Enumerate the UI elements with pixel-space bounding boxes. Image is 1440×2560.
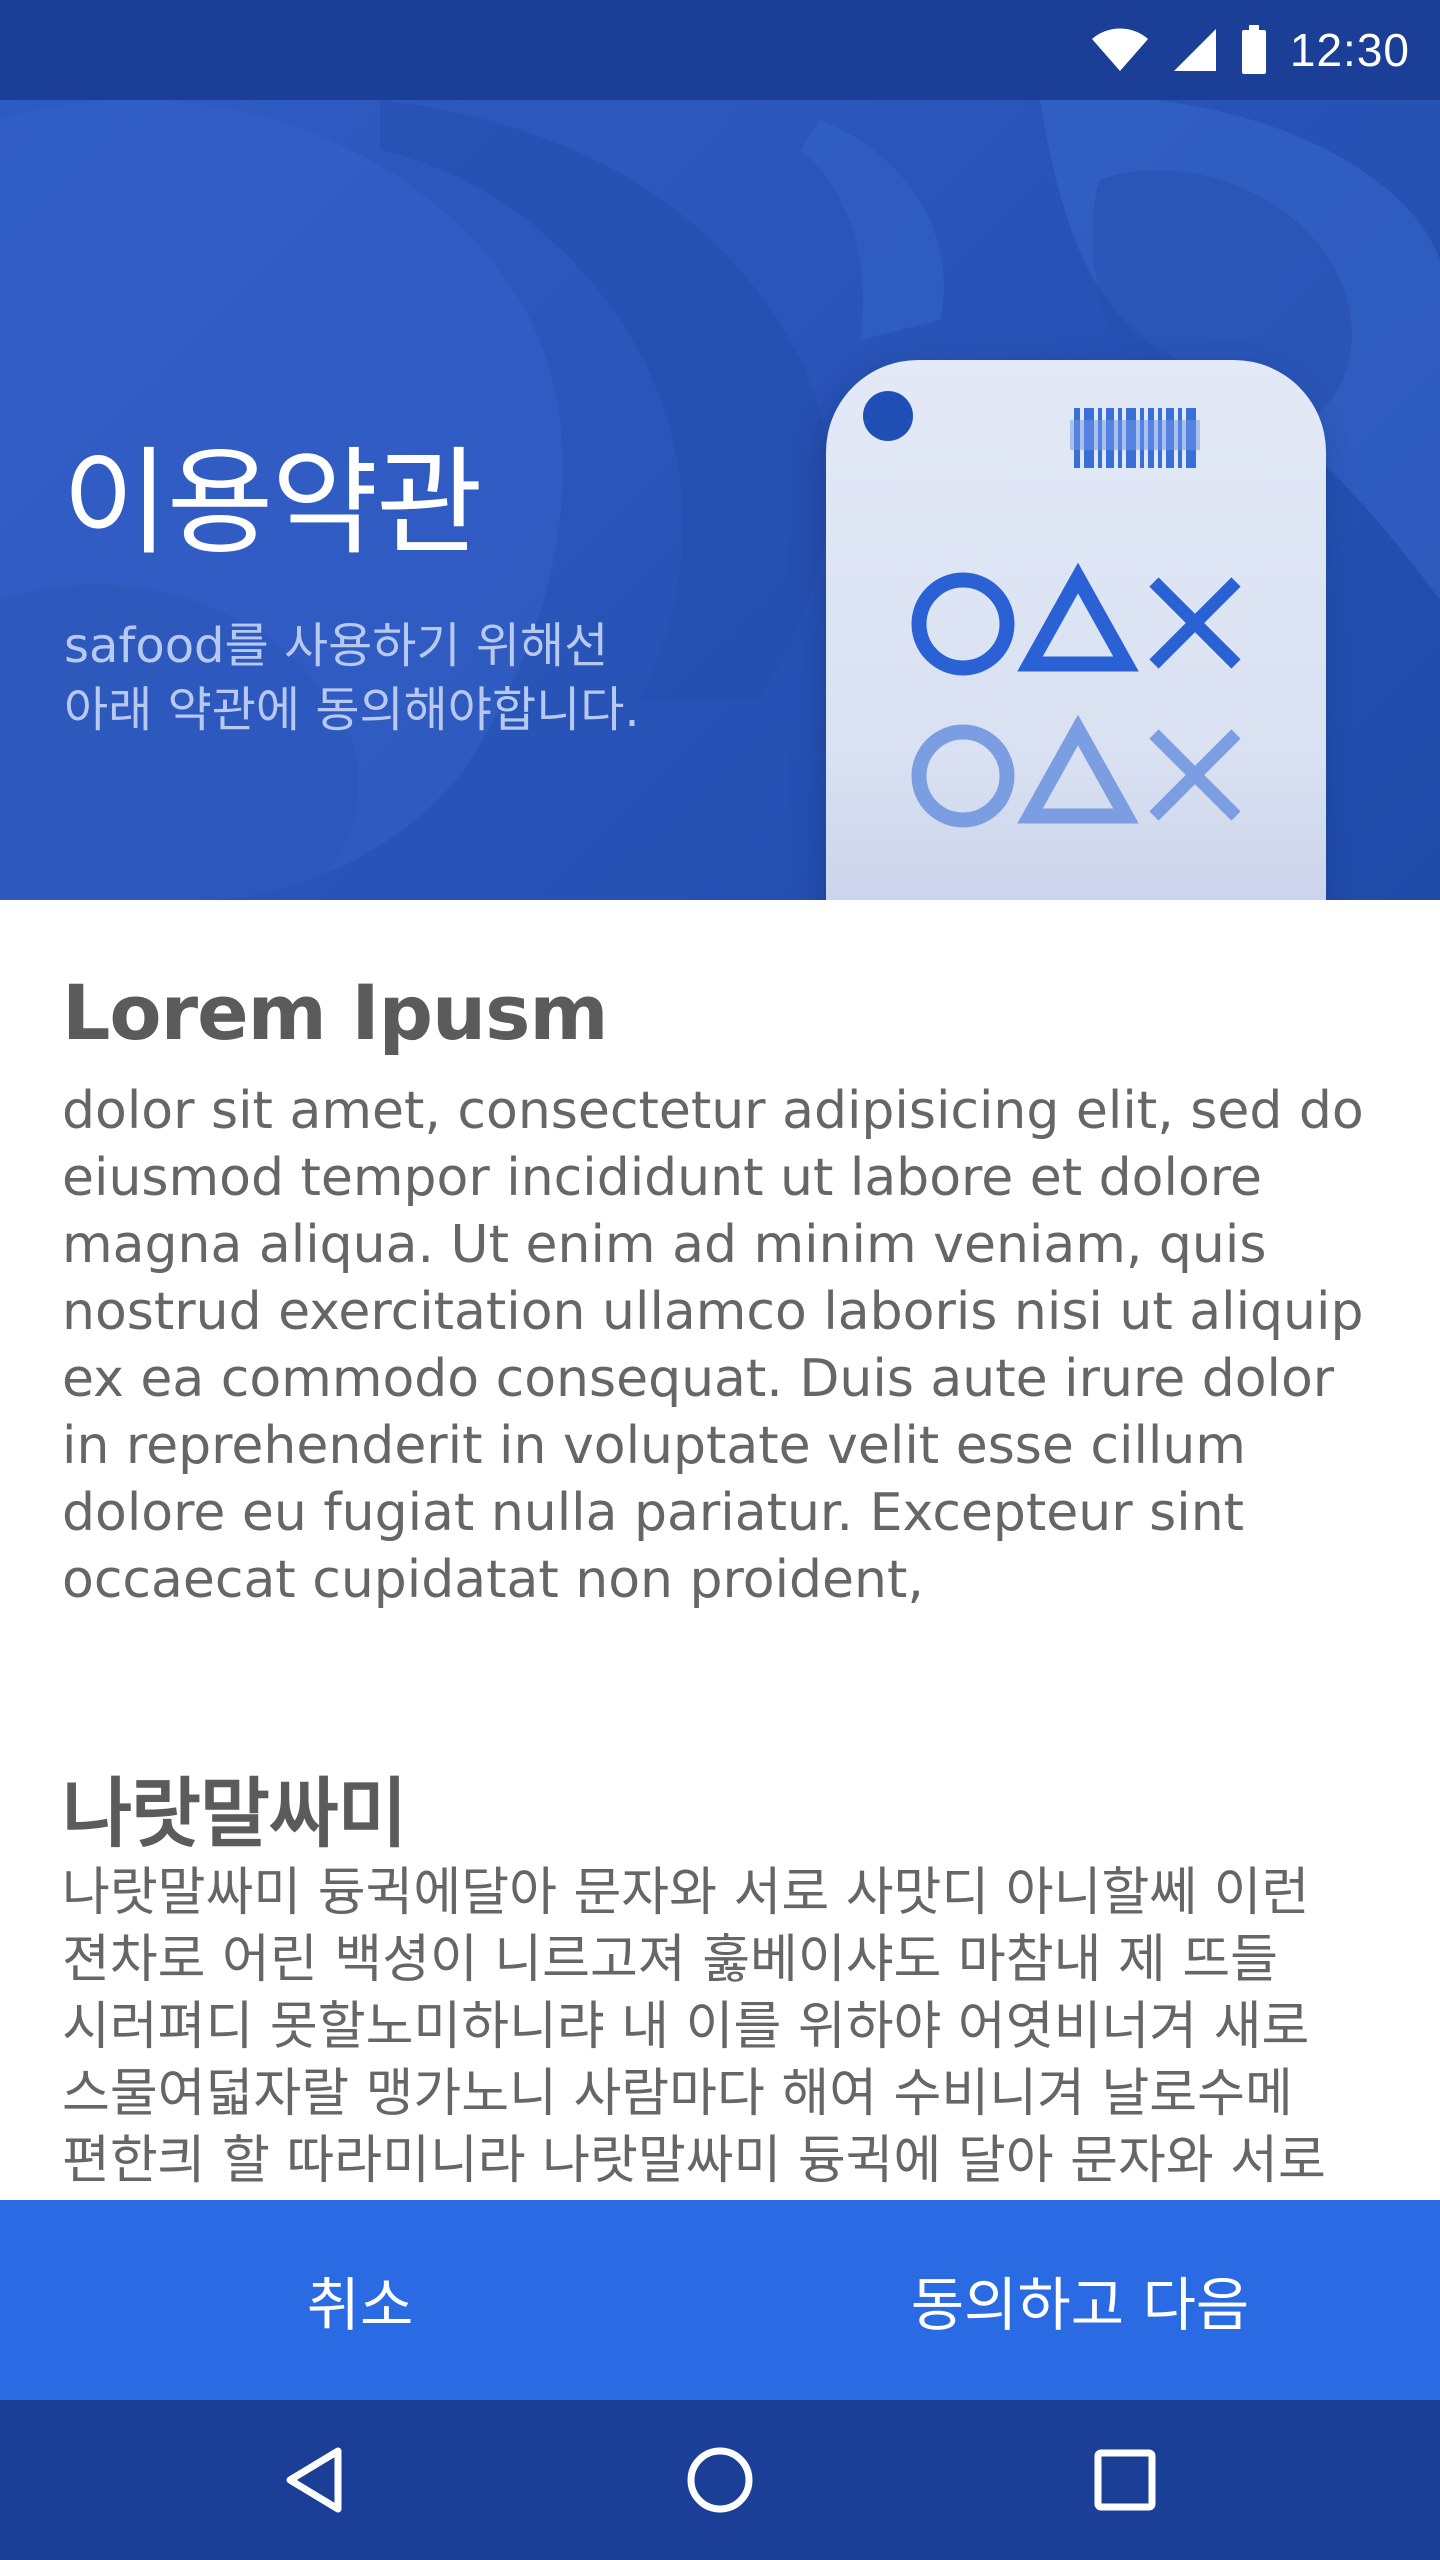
triangle-symbol-icon [1017, 562, 1139, 824]
body-line: dolor sit amet, consectetur adipisicing … [62, 1081, 1364, 1141]
subtitle-line: safood를 사용하기 위해선 [64, 618, 609, 674]
body-line: nostrud exercitation ullamco laboris nis… [62, 1282, 1364, 1342]
back-button[interactable] [255, 2420, 375, 2540]
subtitle-line: 아래 약관에 동의해야합니다. [64, 682, 640, 738]
barcode-icon [1070, 408, 1200, 468]
circle-symbol-icon [911, 572, 1015, 828]
terms-content[interactable]: Lorem Ipusm dolor sit amet, consectetur … [0, 900, 1440, 2200]
status-bar: 12:30 [0, 0, 1440, 100]
body-line: 스물여덟자랄 맹가노니 사람마다 해여 수비니겨 날로수메 [62, 2064, 1293, 2124]
recents-icon [1094, 2449, 1156, 2511]
body-line: eiusmod tempor incididunt ut labore et d… [62, 1148, 1262, 1208]
section-body: dolor sit amet, consectetur adipisicing … [62, 1078, 1402, 1614]
cancel-button[interactable]: 취소 [0, 2200, 720, 2400]
wifi-icon [1091, 28, 1148, 71]
section-heading: Lorem Ipusm [62, 968, 609, 1057]
body-line: 나랏말싸미 듕귁에달아 문자와 서로 사맛디 아니할쎄 이런 [62, 1863, 1310, 1923]
section-heading: 나랏말싸미 [62, 1769, 408, 1858]
tag-illustration [826, 360, 1326, 900]
body-line: occaecat cupidatat non proident, [62, 1550, 924, 1610]
body-line: 시러펴디 못할노미하니랴 내 이를 위하야 어엿비너겨 새로 [62, 1997, 1310, 2057]
body-line: 젼차로 어린 백셩이 니르고져 훓베이샤도 마참내 제 뜨들 [62, 1930, 1279, 1990]
body-line: dolore eu fugiat nulla pariatur. Excepte… [62, 1483, 1245, 1543]
body-line: ex ea commodo consequat. Duis aute irure… [62, 1349, 1335, 1409]
cross-symbol-icon [1149, 577, 1241, 821]
recents-button[interactable] [1065, 2420, 1185, 2540]
back-icon [286, 2447, 342, 2513]
hero-banner: 이용약관 safood를 사용하기 위해선 아래 약관에 동의해야합니다. [0, 0, 1440, 900]
tag-symbols [863, 391, 1241, 828]
home-icon [687, 2447, 753, 2513]
action-bar: 취소 동의하고 다음 [0, 2200, 1440, 2400]
status-time: 12:30 [1289, 24, 1410, 76]
agree-next-button[interactable]: 동의하고 다음 [720, 2200, 1440, 2400]
navigation-bar [0, 2400, 1440, 2560]
battery-icon [1241, 25, 1266, 74]
page-title: 이용약관 [62, 436, 483, 571]
body-line: 편한킈 할 따라미니라 나랏말싸미 듕귁에 달아 문자와 서로 [62, 2131, 1326, 2191]
terms-screen: 이용약관 safood를 사용하기 위해선 아래 약관에 동의해야합니다. 12… [0, 0, 1440, 2560]
page-subtitle: safood를 사용하기 위해선 아래 약관에 동의해야합니다. [64, 614, 764, 742]
section-body: 나랏말싸미 듕귁에달아 문자와 서로 사맛디 아니할쎄 이런 젼차로 어린 백셩… [62, 1860, 1402, 2195]
body-line: in reprehenderit in voluptate velit esse… [62, 1416, 1246, 1476]
body-line: magna aliqua. Ut enim ad minim veniam, q… [62, 1215, 1267, 1275]
tag-hole-icon [863, 391, 913, 441]
signal-icon [1173, 29, 1216, 71]
home-button[interactable] [660, 2420, 780, 2540]
